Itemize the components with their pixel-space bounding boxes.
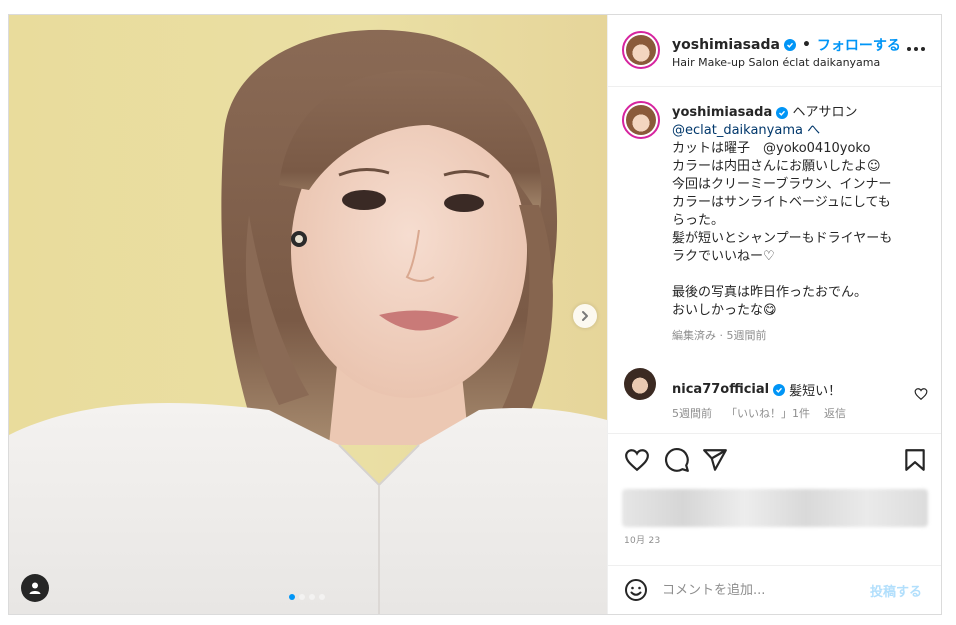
more-options-button[interactable] [904,41,928,57]
commenter-avatar[interactable] [624,368,656,400]
post-photo [9,15,607,614]
caption-username[interactable]: yoshimiasada [672,105,772,120]
comment-heart-icon[interactable] [914,387,928,401]
post-header: yoshimiasada • フォローする Hair Make-up Salon… [608,15,941,87]
user-tag-icon [29,582,41,594]
user-tags-button[interactable] [21,574,49,602]
comment-meta: 5週間前 「いいね！」1件 返信 [672,405,846,421]
caption-line: ラクでいいねー♡ [672,249,775,264]
follow-button[interactable]: フォローする [817,35,901,55]
verified-icon [783,39,796,51]
comment-body: nica77official 髪短い！ [672,380,841,399]
caption-line: カラーは内田さんにお願いしたよ☺ [672,159,881,174]
caption-line: らった。 [672,213,725,228]
comment-reply-button[interactable]: 返信 [824,405,846,421]
more-icon [907,47,911,51]
post-actions [608,433,941,487]
add-comment-bar: 投稿する [608,565,941,614]
post-date[interactable]: 10月 23 [624,533,661,546]
carousel-indicator [289,594,325,600]
emoji-icon[interactable] [624,578,648,602]
post-side-panel: yoshimiasada • フォローする Hair Make-up Salon… [607,15,941,614]
instagram-post-modal: yoshimiasada • フォローする Hair Make-up Salon… [8,14,942,615]
chevron-right-icon [582,311,588,321]
post-comment-button[interactable]: 投稿する [870,581,922,600]
comments-section: yoshimiasada ヘアサロン @eclat_daikanyama へ カ… [608,87,941,433]
caption-line: おいしかったな😋 [672,303,777,318]
author-line: yoshimiasada • フォローする [672,35,901,55]
heart-icon[interactable] [624,447,650,473]
likes-count-blurred [622,489,928,527]
carousel-dot [299,594,305,600]
separator-bullet: • [801,37,811,53]
carousel-dot-active [289,594,295,600]
caption-line: カットは曜子 @yoko0410yoko [672,141,871,156]
carousel-next-button[interactable] [573,304,597,328]
comment-text: 髪短い！ [789,384,842,399]
comment-likes[interactable]: 「いいね！」1件 [726,405,810,421]
caption-line: 最後の写真は昨日作ったおでん。 [672,285,868,300]
author-username[interactable]: yoshimiasada [672,37,780,53]
post-location[interactable]: Hair Make-up Salon éclat daikanyama [672,56,880,69]
post-media [9,15,607,614]
caption-line: ヘアサロン [792,105,858,120]
comment-icon[interactable] [664,447,690,473]
comment-input[interactable] [662,580,862,600]
comment-time[interactable]: 5週間前 [672,405,712,421]
post-caption: yoshimiasada ヘアサロン @eclat_daikanyama へ カ… [672,104,934,320]
author-avatar[interactable] [622,31,660,69]
bookmark-icon[interactable] [902,447,928,473]
caption-line: カラーはサンライトベージュにしても [672,195,891,210]
carousel-dot [319,594,325,600]
caption-author-avatar[interactable] [622,101,660,139]
share-icon[interactable] [702,447,728,473]
commenter-username[interactable]: nica77official [672,382,769,397]
verified-icon [776,107,789,119]
caption-mention-salon[interactable]: @eclat_daikanyama へ [672,122,934,140]
caption-meta: 編集済み · 5週間前 [672,329,767,342]
verified-icon [773,383,786,396]
carousel-dot [309,594,315,600]
caption-line: 今回はクリーミーブラウン、インナー [672,177,892,192]
caption-line: 髪が短いとシャンプーもドライヤーも [672,231,893,246]
